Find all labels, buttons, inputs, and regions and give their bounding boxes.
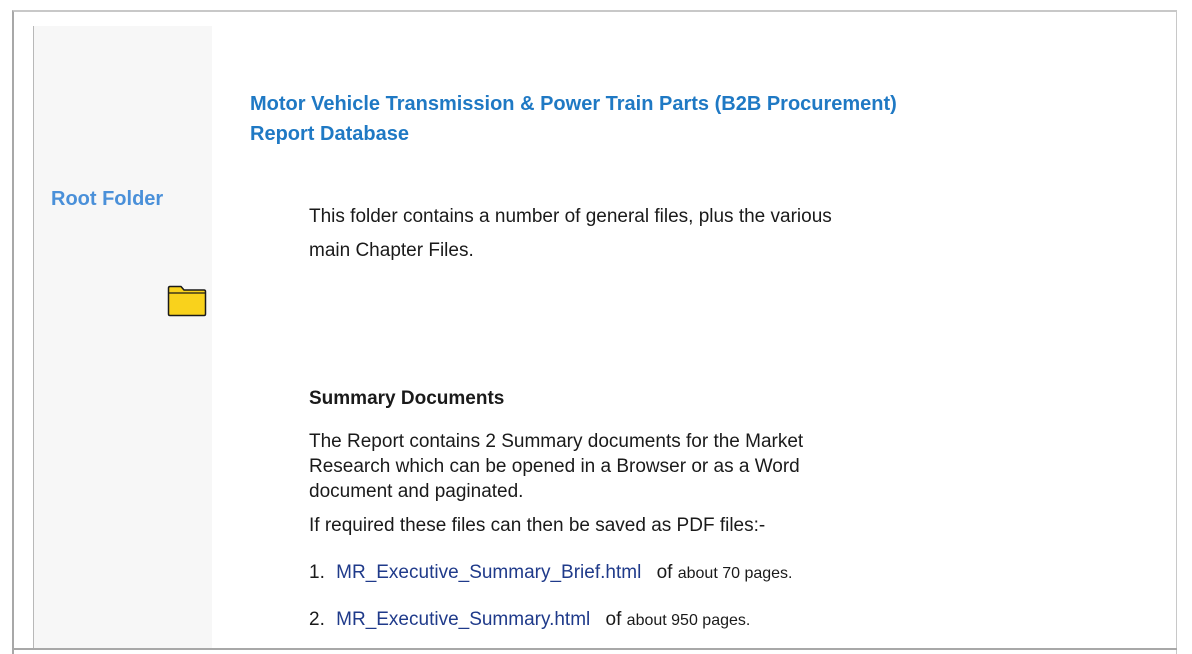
list-number: 2. bbox=[309, 609, 325, 630]
bottom-divider bbox=[12, 648, 1177, 650]
page-title-line1: Motor Vehicle Transmission & Power Train… bbox=[250, 93, 897, 115]
summary-description: The Report contains 2 Summary documents … bbox=[309, 429, 909, 504]
list-number: 1. bbox=[309, 562, 325, 583]
sidebar bbox=[34, 26, 212, 648]
list-item: 1. MR_Executive_Summary_Brief.html of ab… bbox=[309, 562, 792, 584]
intro-block: This folder contains a number of general… bbox=[309, 200, 929, 268]
executive-summary-link[interactable]: MR_Executive_Summary.html bbox=[336, 609, 590, 630]
page-title: Motor Vehicle Transmission & Power Train… bbox=[250, 89, 1150, 149]
summary-line1: The Report contains 2 Summary documents … bbox=[309, 431, 804, 452]
list-of: of bbox=[605, 609, 622, 630]
list-item: 2. MR_Executive_Summary.html of about 95… bbox=[309, 609, 750, 631]
summary-line3: document and paginated. bbox=[309, 481, 524, 502]
intro-line2: main Chapter Files. bbox=[309, 240, 474, 261]
list-pages: about 950 pages. bbox=[626, 612, 751, 629]
list-of: of bbox=[656, 562, 673, 583]
folder-icon[interactable] bbox=[167, 285, 207, 317]
pdf-note: If required these files can then be save… bbox=[309, 515, 766, 536]
page-title-line2: Report Database bbox=[250, 123, 409, 145]
list-pages: about 70 pages. bbox=[677, 565, 793, 582]
summary-heading: Summary Documents bbox=[309, 388, 505, 409]
executive-summary-brief-link[interactable]: MR_Executive_Summary_Brief.html bbox=[336, 562, 641, 583]
root-folder-label: Root Folder bbox=[51, 188, 164, 210]
summary-line2: Research which can be opened in a Browse… bbox=[309, 456, 800, 477]
intro-line1: This folder contains a number of general… bbox=[309, 206, 832, 227]
